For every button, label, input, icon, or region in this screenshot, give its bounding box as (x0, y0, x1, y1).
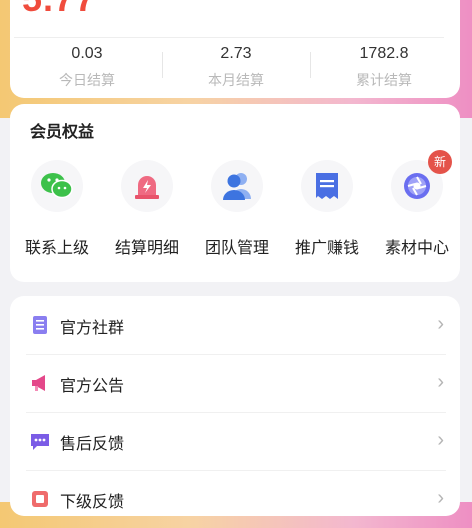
earnings-divider (14, 37, 444, 38)
menu-item-subordinate-feedback[interactable]: 下级反馈 › (10, 470, 460, 528)
menu-item-label: 售后反馈 (60, 436, 125, 453)
feedback-icon (32, 491, 48, 507)
benefit-team-management[interactable]: 团队管理 (192, 160, 282, 258)
new-badge: 新 (428, 150, 452, 174)
menu-item-label: 官方社群 (60, 320, 125, 337)
earnings-total-value: 5.77 (22, 0, 96, 20)
menu-item-official-notice[interactable]: 官方公告 › (10, 354, 460, 412)
stat-month-value: 2.73 (220, 45, 252, 62)
benefits-title: 会员权益 (30, 124, 95, 141)
chevron-right-icon: › (437, 487, 444, 509)
stat-separator (310, 52, 311, 78)
stat-today[interactable]: 0.03 今日结算 (17, 44, 157, 90)
menu-item-official-community[interactable]: 官方社群 › (10, 296, 460, 354)
chat-bubble-icon (31, 434, 49, 450)
megaphone-icon (32, 375, 45, 391)
aperture-icon (404, 173, 430, 199)
benefit-material-center[interactable]: 素材中心 (372, 160, 462, 258)
chevron-right-icon: › (437, 313, 444, 335)
stat-total-label: 累计结算 (356, 72, 412, 88)
benefit-icon-wrap (301, 160, 353, 212)
benefit-label: 团队管理 (204, 240, 269, 257)
stat-today-value: 0.03 (71, 45, 103, 62)
stat-separator (162, 52, 163, 78)
benefit-label: 联系上级 (24, 240, 89, 257)
chevron-right-icon: › (437, 371, 444, 393)
notebook-icon (33, 316, 47, 334)
menu-item-label: 官方公告 (60, 378, 125, 395)
benefit-icon-wrap (31, 160, 83, 212)
chevron-right-icon: › (437, 429, 444, 451)
receipt-icon (316, 173, 338, 199)
menu-item-after-sales-feedback[interactable]: 售后反馈 › (10, 412, 460, 470)
benefit-promote-earn[interactable]: 推广赚钱 (282, 160, 372, 258)
menu-card: 官方社群 › 官方公告 › 售后反馈 › 下级反馈 › (10, 296, 460, 516)
stat-today-label: 今日结算 (59, 72, 115, 88)
team-users-icon (223, 173, 251, 200)
menu-item-label: 下级反馈 (60, 494, 125, 511)
benefits-card: 会员权益 联系上级 结算明细 团队管理 推广赚钱 素材中心 新 (10, 104, 460, 282)
stat-total[interactable]: 1782.8 累计结算 (314, 44, 454, 90)
benefit-label: 推广赚钱 (294, 240, 359, 257)
stat-month[interactable]: 2.73 本月结算 (166, 44, 306, 90)
benefit-icon-wrap (211, 160, 263, 212)
benefit-settlement-details[interactable]: 结算明细 (102, 160, 192, 258)
benefit-icon-wrap (121, 160, 173, 212)
wechat-icon (41, 173, 73, 199)
stat-total-value: 1782.8 (359, 45, 409, 62)
benefit-label: 结算明细 (114, 240, 179, 257)
stat-month-label: 本月结算 (208, 72, 264, 88)
benefit-label: 素材中心 (384, 240, 449, 257)
benefit-contact-superior[interactable]: 联系上级 (12, 160, 102, 258)
alarm-light-icon (135, 176, 159, 199)
